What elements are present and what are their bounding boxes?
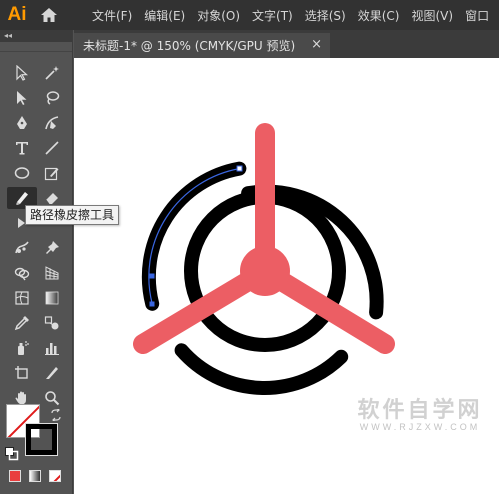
home-icon[interactable] bbox=[34, 0, 64, 30]
color-mode-gradient-icon[interactable] bbox=[29, 470, 41, 482]
line-segment-tool-icon[interactable] bbox=[37, 137, 67, 159]
warp-tool-icon[interactable] bbox=[7, 237, 37, 259]
paintbrush-tool-icon[interactable] bbox=[37, 162, 67, 184]
direct-selection-tool-icon[interactable] bbox=[7, 87, 37, 109]
anchor-point-bottom[interactable] bbox=[149, 301, 155, 307]
tools-panel-collapse[interactable]: ◂◂ bbox=[0, 30, 72, 42]
puppet-warp-tool-icon[interactable] bbox=[37, 237, 67, 259]
ellipse-tool-icon[interactable] bbox=[7, 162, 37, 184]
slice-tool-icon[interactable] bbox=[37, 362, 67, 384]
menu-edit[interactable]: 编辑(E) bbox=[138, 7, 191, 24]
document-tab-bar: 未标题-1* @ 150% (CMYK/GPU 预览) × bbox=[74, 30, 499, 58]
illustrator-window: Ai 文件(F) 编辑(E) 对象(O) 文字(T) 选择(S) 效果(C) 视… bbox=[0, 0, 499, 494]
menu-object[interactable]: 对象(O) bbox=[191, 7, 246, 24]
artboard-canvas[interactable]: 软件自学网 WWW.RJZXW.COM bbox=[74, 58, 499, 494]
menu-window[interactable]: 窗口 bbox=[459, 7, 495, 24]
tools-panel: ◂◂ bbox=[0, 30, 73, 494]
mesh-tool-icon[interactable] bbox=[7, 287, 37, 309]
menu-view[interactable]: 视图(V) bbox=[405, 7, 459, 24]
outer-ring-arc-bottom[interactable] bbox=[174, 343, 349, 395]
default-colors-icon[interactable] bbox=[5, 446, 19, 461]
magic-wand-tool-icon[interactable] bbox=[37, 62, 67, 84]
blend-tool-icon[interactable] bbox=[37, 312, 67, 334]
swap-fill-stroke-icon[interactable] bbox=[50, 406, 62, 423]
pen-tool-icon[interactable] bbox=[7, 112, 37, 134]
propeller-hub[interactable] bbox=[240, 246, 290, 296]
menu-bar: Ai 文件(F) 编辑(E) 对象(O) 文字(T) 选择(S) 效果(C) 视… bbox=[0, 0, 499, 30]
app-logo: Ai bbox=[7, 4, 27, 25]
menu-effect[interactable]: 效果(C) bbox=[352, 7, 406, 24]
shape-builder-tool-icon[interactable] bbox=[7, 262, 37, 284]
color-mode-none-icon[interactable] bbox=[49, 470, 61, 482]
document-tab-title: 未标题-1* @ 150% (CMYK/GPU 预览) bbox=[83, 39, 296, 53]
selection-tool-icon[interactable] bbox=[7, 62, 37, 84]
document-tab[interactable]: 未标题-1* @ 150% (CMYK/GPU 预览) × bbox=[74, 33, 330, 58]
anchor-point-middle[interactable] bbox=[149, 273, 155, 279]
menu-select[interactable]: 选择(S) bbox=[299, 7, 352, 24]
color-mode-color-icon[interactable] bbox=[9, 470, 21, 482]
tool-tooltip: 路径橡皮擦工具 bbox=[25, 205, 120, 225]
artwork bbox=[133, 123, 395, 395]
menu-file[interactable]: 文件(F) bbox=[86, 7, 138, 24]
lasso-tool-icon[interactable] bbox=[37, 87, 67, 109]
eyedropper-tool-icon[interactable] bbox=[7, 312, 37, 334]
artboard-tool-icon[interactable] bbox=[7, 362, 37, 384]
stroke-swatch[interactable] bbox=[25, 423, 58, 456]
type-tool-icon[interactable] bbox=[7, 137, 37, 159]
column-graph-tool-icon[interactable] bbox=[37, 337, 67, 359]
menu-type[interactable]: 文字(T) bbox=[246, 7, 299, 24]
close-icon[interactable]: × bbox=[311, 37, 322, 52]
gradient-tool-icon[interactable] bbox=[37, 287, 67, 309]
anchor-point-top[interactable] bbox=[236, 165, 243, 172]
perspective-grid-tool-icon[interactable] bbox=[37, 262, 67, 284]
curvature-tool-icon[interactable] bbox=[37, 112, 67, 134]
symbol-sprayer-tool-icon[interactable] bbox=[7, 337, 37, 359]
tools-panel-grip[interactable] bbox=[0, 42, 72, 52]
